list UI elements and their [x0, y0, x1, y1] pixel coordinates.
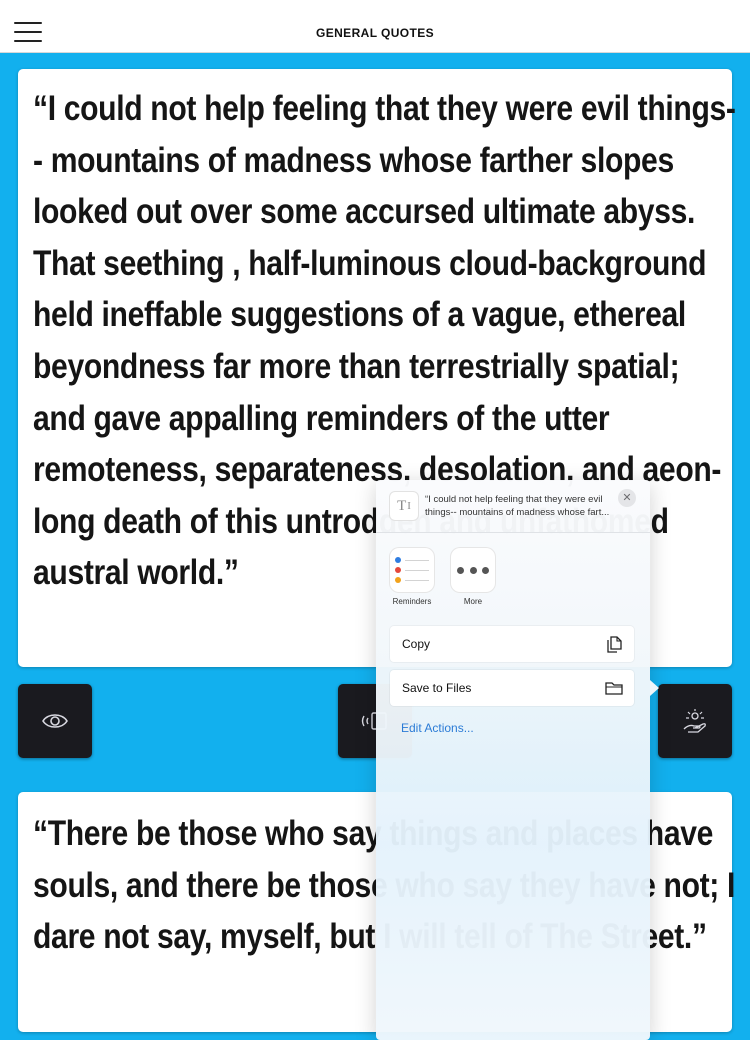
share-sheet: TI “I could not help feeling that they w…: [376, 480, 650, 1040]
inspire-button[interactable]: [658, 684, 732, 758]
share-app-label: More: [463, 597, 483, 606]
folder-icon: [605, 682, 623, 695]
view-button[interactable]: [18, 684, 92, 758]
share-app-reminders[interactable]: Reminders: [390, 548, 434, 606]
text-icon: TI: [390, 492, 418, 520]
save-to-files-label: Save to Files: [402, 681, 472, 695]
share-sheet-header: TI “I could not help feeling that they w…: [376, 480, 650, 533]
top-bar: GENERAL QUOTES: [0, 0, 750, 53]
save-to-files-action[interactable]: Save to Files: [390, 670, 634, 706]
more-icon: [451, 548, 495, 592]
popover-arrow: [650, 680, 659, 696]
edit-actions-link[interactable]: Edit Actions...: [401, 721, 474, 735]
share-preview-text: “I could not help feeling that they were…: [425, 494, 610, 518]
close-icon[interactable]: ✕: [618, 489, 636, 507]
page-title: GENERAL QUOTES: [315, 26, 435, 40]
copy-icon: [607, 636, 622, 653]
hand-icon: [683, 709, 706, 733]
reminders-icon: [390, 548, 434, 592]
share-app-more[interactable]: More: [451, 548, 495, 606]
share-app-label: Reminders: [392, 597, 432, 606]
copy-action[interactable]: Copy: [390, 626, 634, 662]
copy-label: Copy: [402, 637, 431, 651]
eye-icon: [42, 714, 68, 728]
